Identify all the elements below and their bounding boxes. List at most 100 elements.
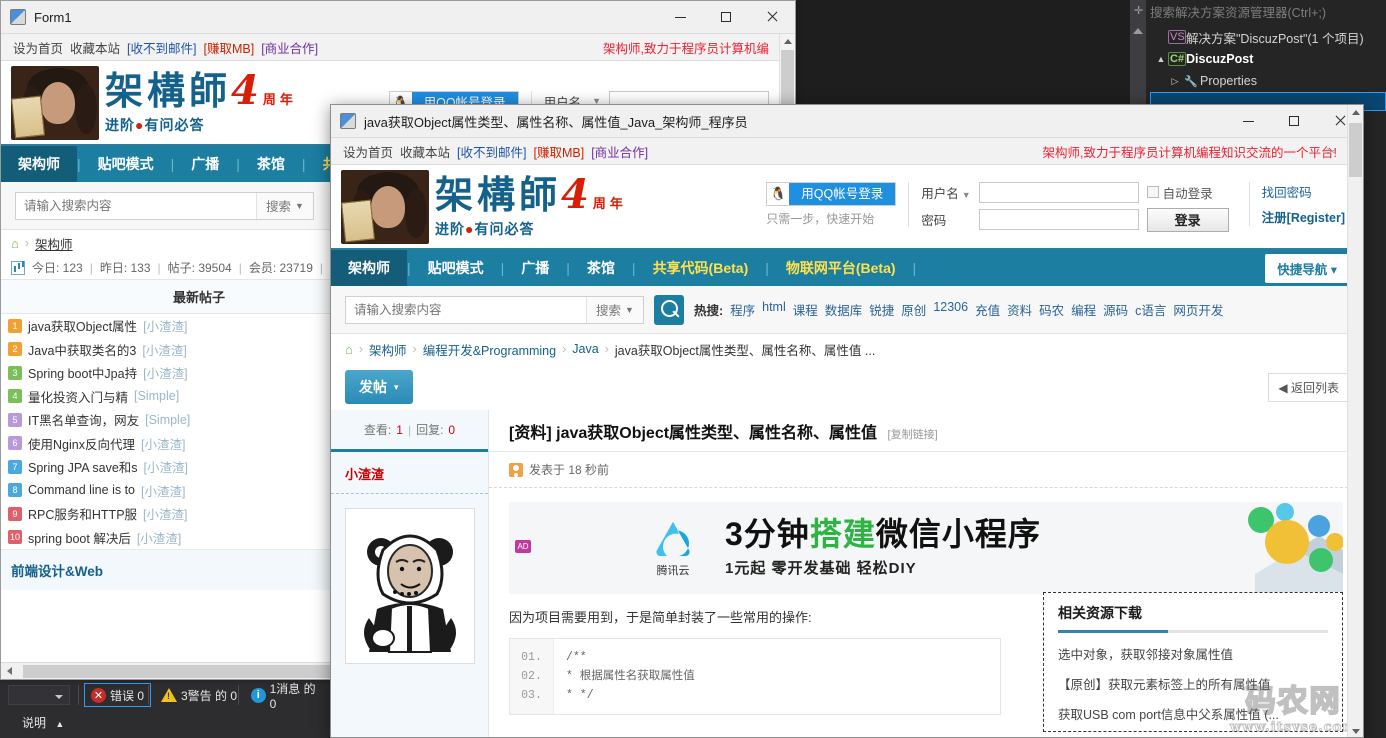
search-input[interactable] <box>346 296 586 323</box>
hot-search-tag[interactable]: 程序 <box>730 300 755 319</box>
home-icon[interactable]: ⌂ <box>11 236 19 251</box>
back-search-box[interactable]: 搜索 ▼ <box>15 191 314 220</box>
list-item-title[interactable]: RPC服务和HTTP服 <box>28 504 137 523</box>
nav-item-broadcast[interactable]: 广播 <box>504 250 566 286</box>
twisty-icon[interactable]: ▲ <box>1154 54 1168 64</box>
hot-search-tag[interactable]: 码农 <box>1039 300 1064 319</box>
tree-item-properties[interactable]: ▷ 🔧 Properties <box>1150 70 1386 92</box>
list-item-title[interactable]: Spring boot中Jpa持 <box>28 363 137 382</box>
password-input[interactable] <box>978 209 1139 230</box>
hot-search-tag[interactable]: 12306 <box>933 300 968 319</box>
back-close-button[interactable] <box>749 1 795 34</box>
nav-item-share-code[interactable]: 共享代码(Beta) <box>636 250 766 286</box>
login-button[interactable]: 登录 <box>1146 207 1229 232</box>
hot-search-tag[interactable]: 数据库 <box>825 300 863 319</box>
list-item-title[interactable]: spring boot 解决后 <box>28 528 131 547</box>
messages-filter-button[interactable]: i 1消息 的 0 <box>245 682 330 711</box>
front-window-scrollbar[interactable] <box>1347 105 1363 737</box>
errors-filter-button[interactable]: ✕ 错误 0 <box>84 683 152 707</box>
collapse-topbar-icon[interactable]: ✂ <box>1326 144 1337 160</box>
back-to-list-button[interactable]: ◀ 返回列表 <box>1268 372 1349 402</box>
chevron-down-icon[interactable]: ▼ <box>962 190 971 200</box>
front-window-titlebar[interactable]: java获取Object属性类型、属性名称、属性值_Java_架构师_程序员 <box>331 105 1363 138</box>
hot-search-tag[interactable]: 充值 <box>975 300 1000 319</box>
back-breadcrumb-item[interactable]: 架构师 <box>35 234 73 253</box>
no-mail-link[interactable]: [收不到邮件] <box>457 142 526 161</box>
business-link[interactable]: [商业合作] <box>261 38 318 57</box>
breadcrumb-item-java[interactable]: Java <box>572 342 598 356</box>
hot-search-tag[interactable]: 编程 <box>1071 300 1096 319</box>
error-list-filter-dropdown[interactable] <box>8 685 70 705</box>
related-download-item[interactable]: 修改一√属性值 <box>1058 734 1328 737</box>
nav-item-architect[interactable]: 架构师 <box>331 250 407 286</box>
list-item-title[interactable]: 使用Nginx反向代理 <box>28 434 135 453</box>
hot-search-tag[interactable]: 网页开发 <box>1173 300 1223 319</box>
scroll-up-arrow-icon[interactable] <box>1133 28 1143 34</box>
hot-search-tag[interactable]: 课程 <box>793 300 818 319</box>
bookmark-link[interactable]: 收藏本站 <box>70 38 120 57</box>
solution-explorer-search-input[interactable]: 搜索解决方案资源管理器(Ctrl+;) <box>1150 2 1386 24</box>
hot-search-tag[interactable]: html <box>762 300 786 319</box>
back-nav-item-3[interactable]: 茶馆 <box>240 146 302 182</box>
related-download-item[interactable]: 获取USB com port信息中父系属性值 (... <box>1058 704 1328 723</box>
related-download-item[interactable]: 选中对象，获取邻接对象属性值 <box>1058 644 1328 663</box>
breadcrumb-item-architect[interactable]: 架构师 <box>369 340 407 359</box>
code-block[interactable]: 01. 02. 03. /** * 根据属性名获取属性值 * */ <box>509 638 1001 715</box>
back-maximize-button[interactable] <box>703 1 749 34</box>
back-search-button[interactable]: 搜索 ▼ <box>256 192 313 219</box>
hot-search-tag[interactable]: c语言 <box>1135 300 1166 319</box>
scroll-left-arrow-icon[interactable] <box>7 667 12 675</box>
quick-nav-button[interactable]: 快捷导航 ▾ <box>1265 253 1349 283</box>
tree-item-solution[interactable]: VS 解决方案"DiscuzPost"(1 个项目) <box>1150 26 1386 48</box>
list-item-title[interactable]: Command line is to <box>28 483 135 497</box>
list-item-title[interactable]: Java中获取类名的3 <box>28 340 136 359</box>
front-logo[interactable]: 架構師4周年 进阶●有问必答 <box>331 169 627 244</box>
tree-item-project[interactable]: ▲ C# DiscuzPost <box>1150 48 1386 70</box>
no-mail-link[interactable]: [收不到邮件] <box>127 38 196 57</box>
list-item-title[interactable]: Spring JPA save和s <box>28 457 138 476</box>
description-column-header[interactable]: 说明 ▲ <box>22 714 64 731</box>
find-password-link[interactable]: 找回密码 <box>1262 182 1345 201</box>
front-maximize-button[interactable] <box>1271 105 1317 138</box>
scroll-up-arrow-icon[interactable] <box>784 39 792 44</box>
thread-author-name[interactable]: 小渣渣 <box>331 452 488 494</box>
copy-link-button[interactable]: [复制链接] <box>888 429 938 441</box>
back-window-titlebar[interactable]: Form1 <box>1 1 795 34</box>
back-search-input[interactable] <box>16 192 256 219</box>
new-post-button[interactable]: 发帖 ▾ <box>345 370 413 404</box>
back-nav-item-0[interactable]: 架构师 <box>1 146 77 182</box>
nav-item-iot-platform[interactable]: 物联网平台(Beta) <box>769 250 913 286</box>
related-download-item[interactable]: 【原创】获取元素标签上的所有属性值 <box>1058 674 1328 693</box>
username-input[interactable] <box>978 181 1139 203</box>
scrollbar-thumb[interactable] <box>1349 123 1362 177</box>
set-homepage-link[interactable]: 设为首页 <box>13 38 63 57</box>
bookmark-link[interactable]: 收藏本站 <box>400 142 450 161</box>
set-homepage-link[interactable]: 设为首页 <box>343 142 393 161</box>
back-logo[interactable]: 架構師4周年 进阶●有问必答 <box>1 65 297 140</box>
breadcrumb-item-programming[interactable]: 编程开发&Programming <box>423 340 556 359</box>
back-nav-item-1[interactable]: 贴吧模式 <box>81 146 171 182</box>
scroll-up-arrow-icon[interactable] <box>1352 110 1360 115</box>
auto-login-checkbox[interactable] <box>1146 186 1159 198</box>
business-link[interactable]: [商业合作] <box>591 142 648 161</box>
scroll-down-arrow-icon[interactable] <box>1352 729 1360 734</box>
back-minimize-button[interactable] <box>657 1 703 34</box>
nav-item-tieba-mode[interactable]: 贴吧模式 <box>411 250 501 286</box>
list-item-title[interactable]: 量化投资入门与精 <box>28 387 128 406</box>
front-minimize-button[interactable] <box>1225 105 1271 138</box>
search-icon[interactable] <box>653 294 684 325</box>
hot-search-tag[interactable]: 原创 <box>901 300 926 319</box>
list-item-title[interactable]: IT黑名单查询，网友 <box>28 410 139 429</box>
warnings-filter-button[interactable]: 3警告 的 0 <box>155 683 243 707</box>
hot-search-tag[interactable]: 锐捷 <box>869 300 894 319</box>
earn-mb-link[interactable]: [赚取MB] <box>203 38 254 57</box>
hot-search-tag[interactable]: 资料 <box>1007 300 1032 319</box>
auto-login-checkbox-group[interactable]: 自动登录 <box>1146 183 1229 202</box>
back-nav-item-2[interactable]: 广播 <box>174 146 236 182</box>
advertisement-banner[interactable]: AD 腾讯云 3分钟搭建微信小程序 1元起 零开发基础 轻松DIY <box>509 502 1343 594</box>
search-button[interactable]: 搜索 ▼ <box>586 296 643 323</box>
register-link[interactable]: 注册[Register] <box>1262 207 1345 226</box>
earn-mb-link[interactable]: [赚取MB] <box>533 142 584 161</box>
nav-item-teahouse[interactable]: 茶馆 <box>570 250 632 286</box>
hot-search-tag[interactable]: 源码 <box>1103 300 1128 319</box>
